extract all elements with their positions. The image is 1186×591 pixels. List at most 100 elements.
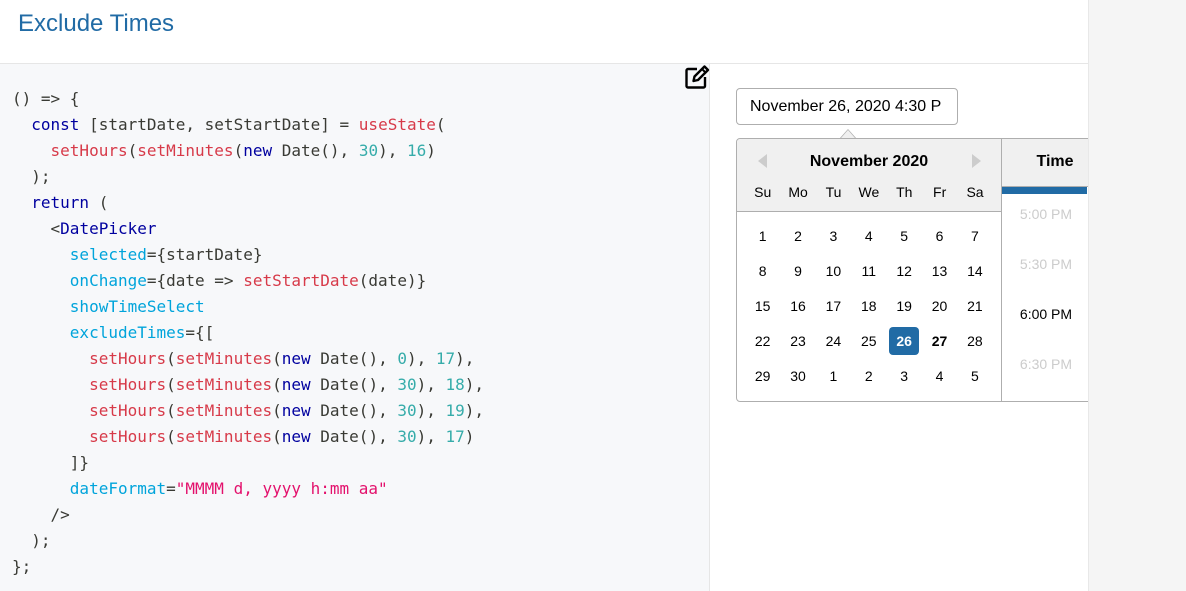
code-line: ]} [12,450,484,476]
code-token: showTimeSelect [69,297,205,316]
calendar-day[interactable]: 9 [783,257,813,285]
calendar-day[interactable]: 26 [889,327,920,355]
calendar-day[interactable]: 20 [925,292,955,320]
code-token: setHours [89,401,167,420]
calendar-day[interactable]: 23 [783,327,813,355]
code-token: Date(), [272,141,359,160]
code-token: ={startDate} [146,245,263,264]
calendar-day[interactable]: 5 [889,222,919,250]
calendar-day[interactable]: 27 [925,327,955,355]
code-block[interactable]: () => { const [startDate, setStartDate] … [12,86,484,580]
week-row: 29 30 1 2 3 4 5 [745,362,993,397]
calendar-day[interactable]: 15 [748,292,778,320]
calendar-day[interactable]: 6 [925,222,955,250]
code-editor[interactable]: () => { const [startDate, setStartDate] … [0,64,710,591]
code-token: ( [272,401,282,420]
calendar-day[interactable]: 8 [748,257,778,285]
calendar-day[interactable]: 2 [783,222,813,250]
time-option[interactable]: 6:00 PM [1002,306,1090,322]
code-token: new [243,141,273,160]
code-token: setMinutes [175,349,273,368]
calendar-day[interactable]: 24 [818,327,848,355]
code-token: Date(), [310,401,398,420]
calendar-day[interactable]: 5 [960,362,990,390]
code-token: 17 [445,427,465,446]
calendar-day[interactable]: 4 [854,222,884,250]
calendar-day[interactable]: 7 [960,222,990,250]
next-month-button[interactable] [972,154,981,168]
code-token: ( [166,427,176,446]
code-token: ( [166,401,176,420]
code-line: <DatePicker [12,216,484,242]
code-token: 18 [445,375,465,394]
time-option: 6:30 PM [1019,356,1073,372]
calendar-day[interactable]: 13 [925,257,955,285]
time-option: 5:00 PM [1019,206,1073,222]
right-gutter [1088,0,1186,591]
calendar-day[interactable]: 11 [854,257,884,285]
code-token: const [31,115,80,134]
week-row: 22 23 24 25 26 27 28 [745,327,993,362]
code-token: 17 [435,349,456,368]
code-token: setHours [89,427,167,446]
code-token: return [31,193,90,212]
calendar-day[interactable]: 30 [783,362,813,390]
code-line: return ( [12,190,484,216]
code-token: 0 [397,349,407,368]
calendar-day[interactable]: 14 [960,257,990,285]
calendar-day[interactable]: 10 [818,257,848,285]
code-token: ), [464,375,485,394]
code-token: setHours [89,375,167,394]
code-line: showTimeSelect [12,294,484,320]
weekday-name: We [858,184,880,200]
calendar-day[interactable]: 19 [889,292,919,320]
weekday-name: Fr [933,184,947,200]
calendar-day[interactable]: 28 [960,327,990,355]
code-line: ); [12,164,484,190]
popper-arrow [840,129,856,138]
code-token: ( [89,193,109,212]
calendar-day[interactable]: 1 [748,222,778,250]
calendar-day[interactable]: 29 [748,362,778,390]
code-token: [startDate, setStartDate] = [79,115,359,134]
calendar-day[interactable]: 16 [783,292,813,320]
code-line: dateFormat="MMMM d, yyyy h:mm aa" [12,476,484,502]
calendar-day[interactable]: 17 [818,292,848,320]
time-list[interactable]: 5:00 PM 5:30 PM 6:00 PM 6:30 PM [1002,187,1090,401]
code-token: ( [272,427,282,446]
code-token: onChange [69,271,147,290]
calendar-day[interactable]: 3 [889,362,919,390]
calendar-day[interactable]: 1 [818,362,848,390]
code-token: (date)} [358,271,427,290]
code-token: ={date => [146,271,244,290]
code-token: ( [272,349,282,368]
calendar-day[interactable]: 18 [854,292,884,320]
code-token: 30 [397,375,417,394]
code-token: = [166,479,176,498]
code-token: setHours [50,141,128,160]
calendar-day[interactable]: 4 [925,362,955,390]
calendar-day[interactable]: 3 [818,222,848,250]
code-line: setHours(setMinutes(new Date(), 30), 17) [12,424,484,450]
datepicker-calendar: November 2020 Su Mo Tu We Th Fr Sa 1 2 3 4 5 6 7 8 9 10… [736,138,1109,402]
calendar-day[interactable]: 12 [889,257,919,285]
code-token: dateFormat [69,479,167,498]
calendar-day[interactable]: 21 [960,292,990,320]
code-token: ), [416,427,446,446]
code-token: ), [406,349,436,368]
code-token: 30 [358,141,379,160]
code-token: ); [12,167,51,186]
code-token: ) [464,427,475,446]
week-row: 15 16 17 18 19 20 21 [745,292,993,327]
calendar-day[interactable]: 22 [748,327,778,355]
month-header: November 2020 Su Mo Tu We Th Fr Sa [737,139,1001,212]
weekday-name: Tu [825,184,842,200]
calendar-day[interactable]: 2 [854,362,884,390]
date-input[interactable]: November 26, 2020 4:30 P [736,88,958,125]
calendar-day[interactable]: 25 [854,327,884,355]
edit-button[interactable] [684,64,712,90]
